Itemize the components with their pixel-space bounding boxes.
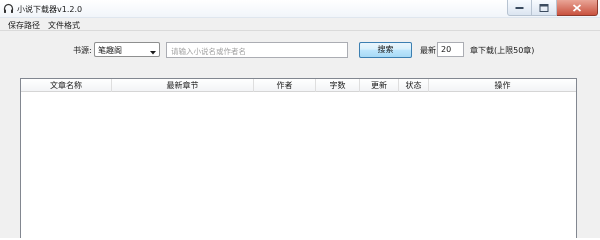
left-margin: [0, 78, 20, 238]
right-margin: [577, 78, 600, 238]
column-header-updated[interactable]: 更新: [360, 79, 399, 92]
minimize-button[interactable]: [507, 0, 532, 16]
menu-bar: 保存路径 文件格式: [0, 18, 600, 31]
column-header-author[interactable]: 作者: [254, 79, 316, 92]
close-icon: [572, 3, 582, 12]
table-header: 文章名称 最新章节 作者 字数 更新 状态 操作: [21, 79, 576, 92]
source-select[interactable]: 笔趣阁: [94, 42, 160, 57]
close-button[interactable]: [557, 0, 598, 16]
source-select-value: 笔趣阁: [98, 46, 122, 55]
results-table[interactable]: 文章名称 最新章节 作者 字数 更新 状态 操作: [20, 78, 577, 238]
column-header-actions[interactable]: 操作: [429, 79, 576, 92]
menu-item-file-format[interactable]: 文件格式: [48, 20, 80, 31]
maximize-icon: [539, 3, 549, 12]
window-title: 小说下载器v1.2.0: [17, 5, 83, 14]
search-input[interactable]: 请输入小说名或作者名: [166, 42, 348, 58]
title-bar: 小说下载器v1.2.0: [0, 0, 600, 18]
column-header-title[interactable]: 文章名称: [21, 79, 112, 92]
latest-label: 最新: [420, 46, 436, 55]
column-header-word-count[interactable]: 字数: [316, 79, 360, 92]
column-header-status[interactable]: 状态: [399, 79, 429, 92]
latest-count-value: 20: [441, 45, 452, 54]
headphones-icon: [3, 3, 14, 14]
chevron-down-icon: [150, 48, 156, 57]
latest-count-input[interactable]: 20: [437, 42, 464, 57]
source-label: 书源:: [73, 46, 92, 55]
minimize-icon: [515, 6, 523, 9]
maximize-button[interactable]: [532, 0, 557, 16]
menu-item-save-path[interactable]: 保存路径: [8, 20, 40, 31]
chapters-limit-label: 章下载(上限50章): [470, 46, 535, 55]
search-placeholder: 请输入小说名或作者名: [171, 47, 246, 56]
column-header-latest-chapter[interactable]: 最新章节: [112, 79, 254, 92]
search-button[interactable]: 搜索: [359, 42, 412, 58]
window-controls: [507, 0, 598, 16]
